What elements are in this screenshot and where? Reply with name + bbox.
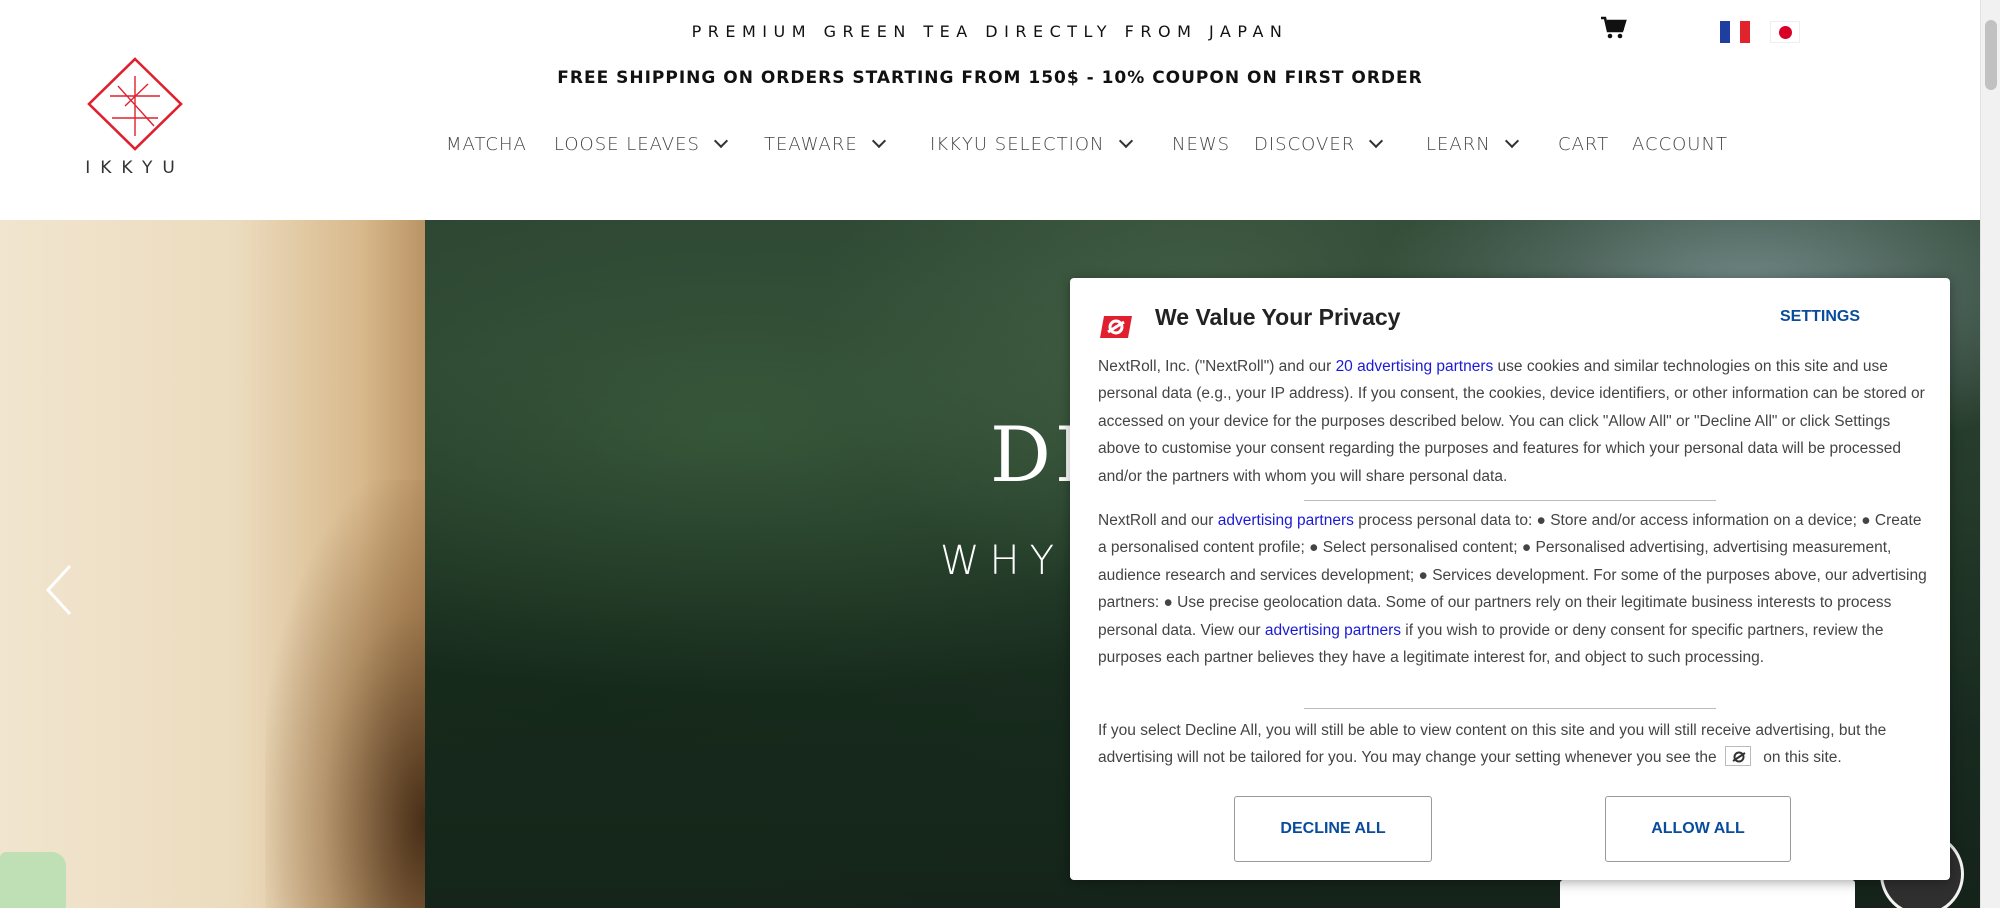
- consent-text-span: NextRoll, Inc. ("NextRoll") and our: [1098, 358, 1336, 375]
- scrollbar-thumb[interactable]: [1985, 20, 1997, 90]
- nextroll-logo-icon: [1100, 316, 1132, 338]
- divider: [1304, 708, 1716, 709]
- chevron-down-icon: [871, 133, 886, 149]
- privacy-consent-dialog: We Value Your Privacy SETTINGS NextRoll,…: [1070, 278, 1950, 880]
- advertising-partners-link[interactable]: advertising partners: [1218, 512, 1354, 529]
- chevron-down-icon: [1504, 133, 1519, 149]
- chevron-down-icon: [713, 133, 728, 149]
- hero-left-shadow: [265, 480, 425, 908]
- logo[interactable]: IKKYU: [70, 56, 200, 178]
- nav-item-label: CART: [1558, 134, 1610, 155]
- consent-text-span: on this site.: [1758, 749, 1842, 767]
- cart-icon[interactable]: [1601, 16, 1627, 40]
- logo-mark-icon: [87, 57, 183, 151]
- consent-paragraph-1: NextRoll, Inc. ("NextRoll") and our 20 a…: [1098, 353, 1928, 490]
- nav-item-news[interactable]: NEWS: [1172, 130, 1230, 160]
- nav-item-discover[interactable]: DISCOVER: [1254, 130, 1384, 160]
- nav-item-label: DISCOVER: [1254, 134, 1356, 155]
- chevron-down-icon: [1369, 133, 1384, 149]
- nav-item-label: LOOSE LEAVES: [554, 134, 700, 155]
- nav-item-label: ACCOUNT: [1632, 134, 1728, 155]
- nav-item-label: LEARN: [1426, 134, 1491, 155]
- divider: [1304, 500, 1716, 501]
- nav-item-label: TEAWARE: [764, 134, 858, 155]
- decline-all-button[interactable]: DECLINE ALL: [1234, 796, 1432, 862]
- nav-item-teaware[interactable]: TEAWARE: [764, 130, 886, 160]
- consent-paragraph-2: NextRoll and our advertising partners pr…: [1098, 507, 1928, 671]
- flag-france-icon[interactable]: [1720, 21, 1750, 43]
- chevron-down-icon: [1118, 133, 1133, 149]
- nav-item-matcha[interactable]: MATCHA: [446, 130, 527, 160]
- nav-item-account[interactable]: ACCOUNT: [1632, 130, 1728, 160]
- consent-paragraph-3: If you select Decline All, you will stil…: [1098, 717, 1928, 772]
- chevron-left-icon[interactable]: [40, 560, 80, 620]
- tea-cup: [0, 852, 66, 908]
- allow-all-button[interactable]: ALLOW ALL: [1605, 796, 1791, 862]
- hero-cta-button[interactable]: [1560, 880, 1855, 908]
- nav-item-learn[interactable]: LEARN: [1426, 130, 1519, 160]
- advertising-partners-link[interactable]: 20 advertising partners: [1336, 358, 1494, 375]
- nav-item-label: NEWS: [1172, 134, 1231, 155]
- nextroll-small-icon: [1724, 746, 1751, 767]
- site-header: PREMIUM GREEN TEA DIRECTLY FROM JAPAN FR…: [0, 0, 1980, 220]
- nav-item-ikkyu-selection[interactable]: IKKYU SELECTION: [930, 130, 1133, 160]
- advertising-partners-link[interactable]: advertising partners: [1265, 622, 1401, 639]
- settings-button[interactable]: SETTINGS: [1780, 308, 1860, 326]
- consent-text-span: process personal data to: ● Store and/or…: [1098, 512, 1927, 639]
- consent-title: We Value Your Privacy: [1155, 304, 1401, 330]
- logo-text: IKKYU: [85, 158, 185, 178]
- consent-text-span: NextRoll and our: [1098, 512, 1218, 529]
- nav-item-cart[interactable]: CART: [1558, 130, 1609, 160]
- consent-text-span: use cookies and similar technologies on …: [1098, 358, 1925, 485]
- hero-subtitle: WHY: [940, 538, 1065, 584]
- nav-item-loose-leaves[interactable]: LOOSE LEAVES: [554, 130, 728, 160]
- nav-item-label: IKKYU SELECTION: [930, 134, 1105, 155]
- scrollbar[interactable]: [1980, 0, 2000, 908]
- nav-item-label: MATCHA: [446, 134, 527, 155]
- shipping-banner: FREE SHIPPING ON ORDERS STARTING FROM 15…: [557, 68, 1423, 88]
- flag-japan-icon[interactable]: [1770, 21, 1800, 43]
- tagline: PREMIUM GREEN TEA DIRECTLY FROM JAPAN: [691, 22, 1289, 41]
